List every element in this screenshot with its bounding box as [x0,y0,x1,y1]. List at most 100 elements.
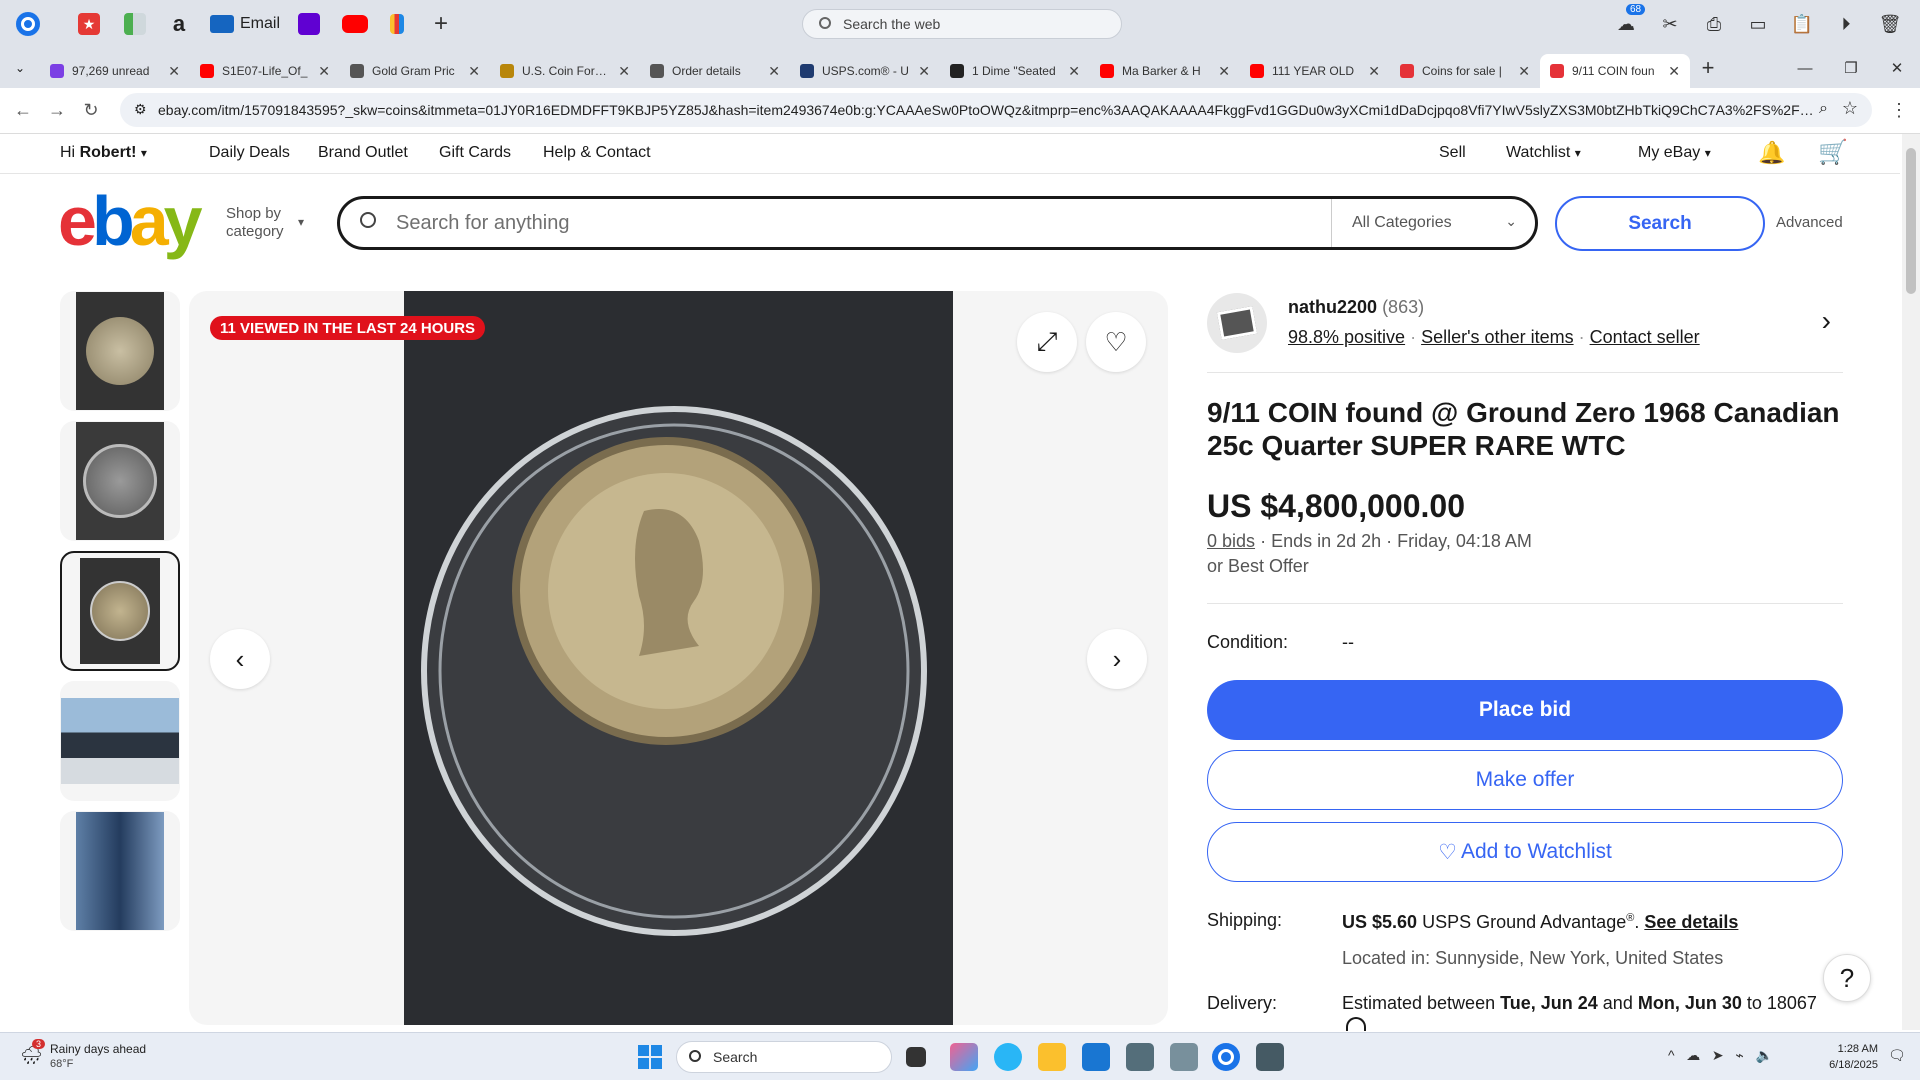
trash-button[interactable]: 🗑 [1878,12,1902,36]
yahoo-button[interactable] [290,8,328,40]
thumbnail-3-selected[interactable] [60,551,180,671]
seller-positive-link[interactable]: 98.8% positive [1288,327,1405,347]
play-button[interactable]: ⏵ [1834,12,1858,36]
browser-tab[interactable]: USPS.com® - U ✕ [790,54,940,88]
shop-by-category-button[interactable]: Shop by category ▾ [226,205,304,241]
snipping-tool-icon[interactable] [1126,1043,1154,1071]
previous-image-button[interactable]: ‹ [210,629,270,689]
close-window-button[interactable]: ✕ [1874,48,1920,88]
browser-tab[interactable]: 1 Dime "Seated ✕ [940,54,1090,88]
calculator-icon[interactable] [1256,1043,1284,1071]
web-search-input[interactable]: Search the web [802,9,1122,39]
browser-tab[interactable]: Coins for sale | ✕ [1390,54,1540,88]
thumbnail-4[interactable] [60,681,180,801]
thumbnail-2[interactable] [60,421,180,541]
browser-tab[interactable]: Gold Gram Pric ✕ [340,54,490,88]
youtube-button[interactable] [334,8,376,40]
seller-name[interactable]: nathu2200 [1288,297,1377,317]
chevron-right-icon[interactable]: › [1822,305,1831,337]
amazon-button[interactable]: a [160,8,198,40]
star-bookmark-icon[interactable]: ☆ [1842,98,1858,119]
scrollbar-thumb[interactable] [1906,148,1916,294]
tab-close-icon[interactable]: ✕ [468,63,480,80]
taskbar-search[interactable]: Search [676,1041,892,1073]
daily-deals-link[interactable]: Daily Deals [209,144,290,162]
scissors-button[interactable]: ✂ [1658,12,1682,36]
brand-outlet-link[interactable]: Brand Outlet [318,144,408,162]
ebay-logo[interactable]: ebay [58,186,203,256]
notification-center-icon[interactable]: 🗨 [1888,1047,1906,1064]
browser-tab[interactable]: Ma Barker & H ✕ [1090,54,1240,88]
file-explorer-icon[interactable] [1038,1043,1066,1071]
search-button[interactable]: Search [1555,196,1765,251]
category-select[interactable]: All Categories ⌄ [1331,199,1535,247]
browser-app-icon[interactable] [1212,1043,1240,1071]
cart-icon[interactable]: 🛒 [1818,138,1848,167]
tray-icons[interactable]: ^ ☁ ➤ ⌁ 🔈 [1668,1047,1773,1064]
thumbnail-1[interactable] [60,291,180,411]
copilot-icon[interactable] [950,1043,978,1071]
contact-seller-link[interactable]: Contact seller [1590,327,1700,347]
camera-icon[interactable] [1170,1043,1198,1071]
browser-tab[interactable]: 9/11 COIN foun ✕ [1540,54,1690,88]
reload-button[interactable]: ↻ [74,94,108,128]
info-icon[interactable] [1346,1017,1366,1031]
add-favorite-button[interactable]: + [426,8,456,40]
browser-tab[interactable]: 111 YEAR OLD ✕ [1240,54,1390,88]
expand-image-button[interactable]: ⤢ [1017,312,1077,372]
tab-close-icon[interactable]: ✕ [1518,63,1530,80]
browser-tab[interactable]: Order details ✕ [640,54,790,88]
help-button[interactable]: ? [1823,954,1871,1002]
advanced-search-link[interactable]: Advanced [1776,214,1843,231]
forward-button[interactable]: → [40,94,74,128]
sell-link[interactable]: Sell [1439,144,1466,162]
see-details-link[interactable]: See details [1644,912,1738,932]
help-contact-link[interactable]: Help & Contact [543,144,651,162]
screen-record-button[interactable]: ▭ [1746,12,1770,36]
tab-close-icon[interactable]: ✕ [1368,63,1380,80]
url-field[interactable]: ⚙ ebay.com/itm/157091843595?_skw=coins&i… [120,93,1872,127]
edge-app-icon[interactable] [994,1043,1022,1071]
make-offer-button[interactable]: Make offer [1207,750,1843,810]
place-bid-button[interactable]: Place bid [1207,680,1843,740]
thumbnail-5[interactable] [60,811,180,931]
extension-button[interactable] [382,8,412,40]
seller-other-items-link[interactable]: Seller's other items [1421,327,1574,347]
task-view-icon[interactable] [906,1047,926,1067]
tab-close-icon[interactable]: ✕ [918,63,930,80]
clock[interactable]: 1:28 AM 6/18/2025 [1812,1041,1878,1073]
tab-close-icon[interactable]: ✕ [1068,63,1080,80]
print-button[interactable]: ⎙ [1702,12,1726,36]
tab-list-button[interactable]: ⌄ [0,61,40,75]
tab-close-icon[interactable]: ✕ [1218,63,1230,80]
minimize-button[interactable]: — [1782,48,1828,88]
start-button[interactable] [638,1045,662,1069]
add-to-watchlist-button[interactable]: ♡ Add to Watchlist [1207,822,1843,882]
tab-close-icon[interactable]: ✕ [618,63,630,80]
seller-avatar[interactable] [1207,293,1267,353]
main-image-viewer[interactable] [189,291,1168,1025]
tab-close-icon[interactable]: ✕ [318,63,330,80]
user-greeting[interactable]: Hi Robert! ▾ [60,144,147,162]
gift-cards-link[interactable]: Gift Cards [439,144,511,162]
browser-tab[interactable]: U.S. Coin Forum ✕ [490,54,640,88]
maximize-button[interactable]: ❐ [1828,48,1874,88]
next-image-button[interactable]: › [1087,629,1147,689]
weather-widget[interactable]: 🌧 3 Rainy days ahead 68°F [20,1039,170,1073]
browser-tab[interactable]: 97,269 unread ✕ [40,54,190,88]
back-button[interactable]: ← [6,94,40,128]
my-ebay-menu[interactable]: My eBay ▾ [1638,144,1711,162]
app-logo-button[interactable] [8,8,48,40]
tab-close-icon[interactable]: ✕ [168,63,180,80]
browser-menu-button[interactable]: ⋮ [1890,100,1908,121]
watchlist-menu[interactable]: Watchlist ▾ [1506,144,1581,162]
email-favorite[interactable]: Email [202,8,288,40]
search-input[interactable] [396,211,1356,235]
weather-alert-button[interactable]: ☁ 68 [1614,4,1646,36]
notifications-bell-icon[interactable]: 🔔 [1758,140,1785,166]
clipboard-button[interactable]: 📋 [1790,12,1814,36]
favorite-heart-button[interactable]: ♡ [1086,312,1146,372]
new-tab-button[interactable]: + [1690,55,1726,81]
browser-tab[interactable]: S1E07-Life_Of_ ✕ [190,54,340,88]
tab-close-icon[interactable]: ✕ [1668,63,1680,80]
